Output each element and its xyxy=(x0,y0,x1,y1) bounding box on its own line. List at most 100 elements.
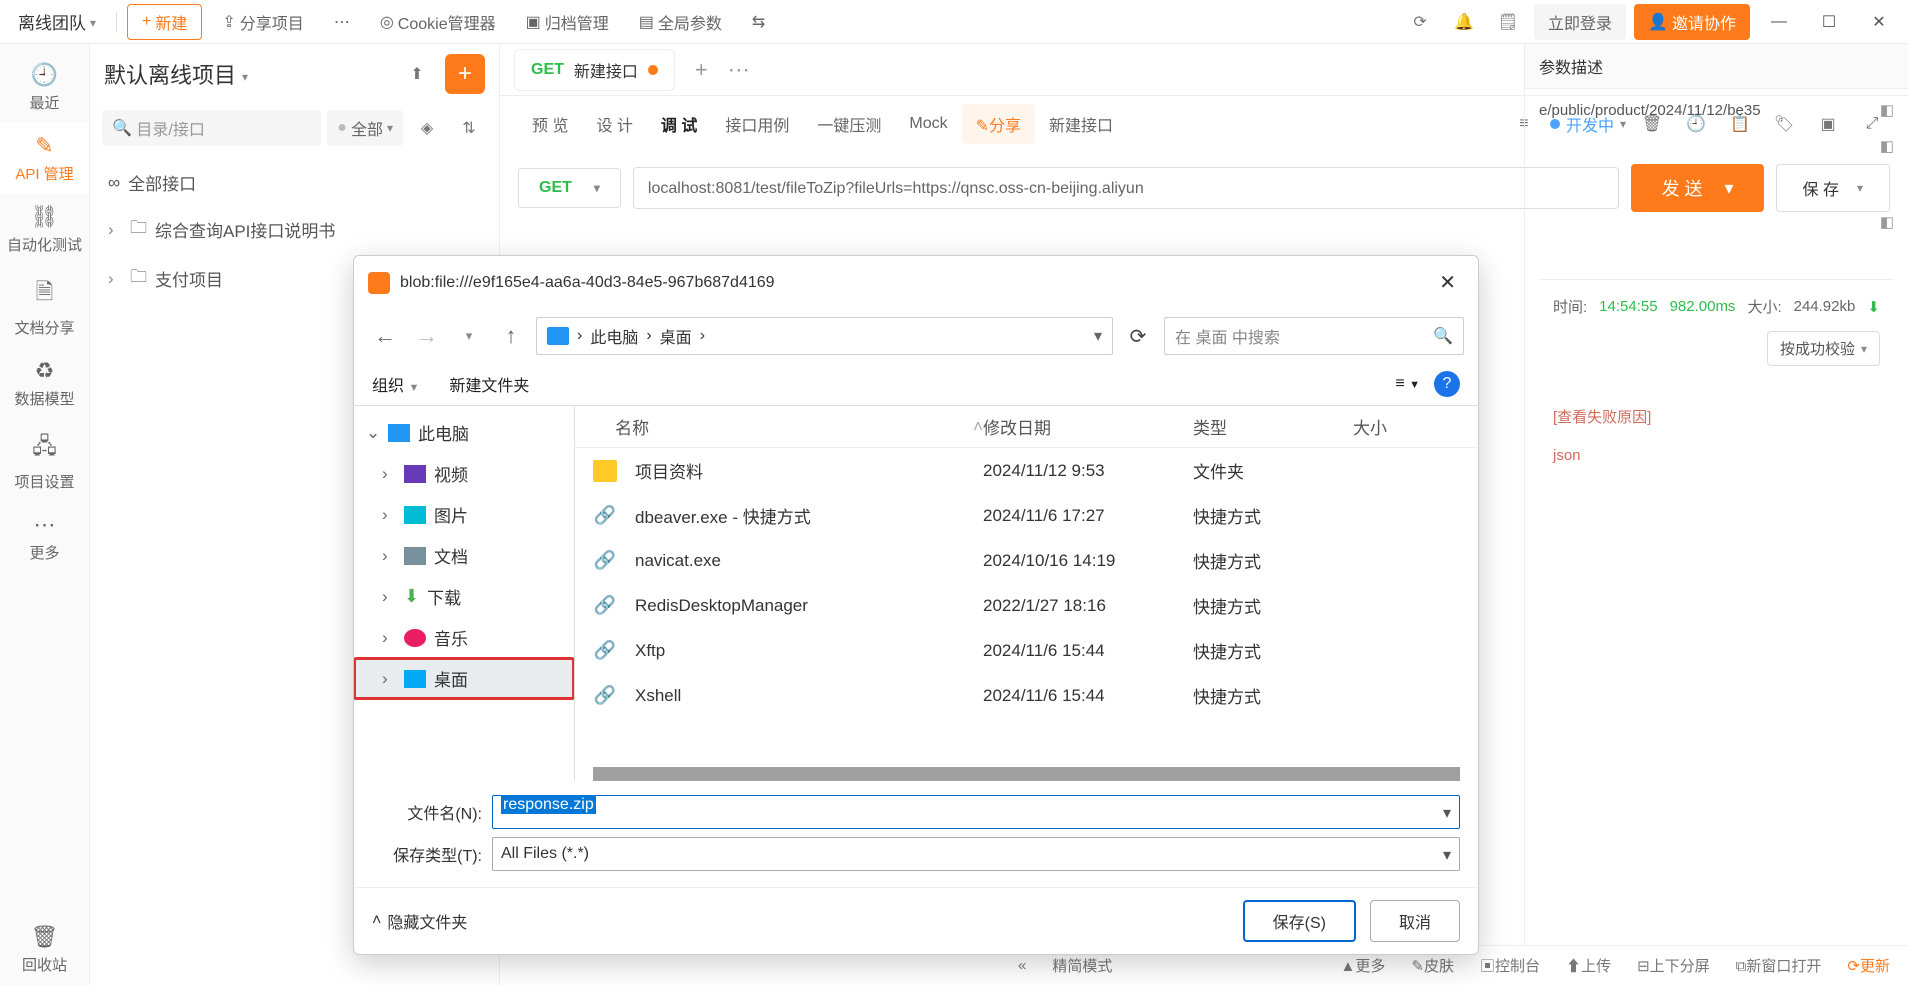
file-row[interactable]: 项目资料2024/11/12 9:53文件夹 xyxy=(575,448,1478,493)
address-bar[interactable]: › 此电脑 › 桌面 › ▾ xyxy=(536,317,1113,355)
footer-console[interactable]: ▣控制台 xyxy=(1480,955,1540,976)
tab-request[interactable]: GET 新建接口 xyxy=(514,49,675,91)
sidebar-item-docs[interactable]: ›文档 xyxy=(354,535,574,576)
nav-back-icon[interactable]: ← xyxy=(368,319,402,353)
sync-icon[interactable]: ⟳ xyxy=(1402,4,1438,40)
footer-split[interactable]: ⊟上下分屏 xyxy=(1637,955,1710,976)
nav-autotest[interactable]: ⛓自动化测试 xyxy=(0,194,89,265)
more-menu[interactable]: ⋯ xyxy=(324,7,360,37)
login-button[interactable]: 立即登录 xyxy=(1534,4,1626,40)
subtab-usecase[interactable]: 接口用例 xyxy=(711,104,803,144)
toggle-panel-button[interactable]: ⇆ xyxy=(742,7,775,37)
project-title-dropdown[interactable]: 默认离线项目 xyxy=(104,58,248,90)
filename-input[interactable]: response.zip ▾ xyxy=(492,795,1460,829)
organize-dropdown[interactable]: 组织 ▼ xyxy=(372,372,419,396)
nav-datamodel[interactable]: ♻数据模型 xyxy=(0,348,89,419)
add-api-button[interactable]: + xyxy=(445,54,485,94)
file-row[interactable]: 🔗RedisDesktopManager2022/1/27 18:16快捷方式 xyxy=(575,583,1478,628)
sidebar-item-music[interactable]: ›音乐 xyxy=(354,617,574,658)
new-tab-button[interactable]: + xyxy=(685,51,718,89)
sidebar-item-downloads[interactable]: ›⬇下载 xyxy=(354,576,574,617)
close-icon[interactable]: ✕ xyxy=(1431,266,1464,299)
tab-more-button[interactable]: ⋯ xyxy=(718,51,760,89)
url-input[interactable]: localhost:8081/test/fileToZip?fileUrls=h… xyxy=(633,167,1620,209)
nav-api[interactable]: ✎API 管理 xyxy=(0,123,89,194)
nav-recent-icon[interactable]: ▾ xyxy=(452,319,486,353)
response-ms: 982.00ms xyxy=(1670,298,1736,315)
file-row[interactable]: 🔗Xshell2024/11/6 15:44快捷方式 xyxy=(575,673,1478,718)
subtab-mock[interactable]: Mock xyxy=(895,107,961,141)
subtab-preview[interactable]: 预 览 xyxy=(518,104,582,144)
global-params-button[interactable]: ▤ 全局参数 xyxy=(629,5,732,39)
window-minimize-icon[interactable]: — xyxy=(1758,4,1800,40)
cube-icon[interactable]: ◧ xyxy=(1880,213,1894,231)
file-header[interactable]: 名称˄ 修改日期 类型 大小 xyxy=(575,406,1478,448)
response-size: 244.92kb xyxy=(1794,298,1856,315)
footer-compact[interactable]: 精简模式 xyxy=(1052,955,1112,976)
footer-skin[interactable]: ✎皮肤 xyxy=(1411,955,1454,976)
chevron-down-icon[interactable]: ▾ xyxy=(1443,803,1451,823)
import-icon[interactable]: ⬆ xyxy=(399,56,435,92)
subtab-debug[interactable]: 调 试 xyxy=(647,104,711,144)
sort-icon[interactable]: ⇅ xyxy=(451,110,487,146)
nav-up-icon[interactable]: ↑ xyxy=(494,319,528,353)
cube-icon[interactable]: ◧ xyxy=(1880,137,1894,155)
nav-more[interactable]: ⋯更多 xyxy=(0,502,89,573)
fail-reason[interactable]: [查看失败原因] xyxy=(1539,396,1894,437)
widget-icon[interactable]: ◈ xyxy=(409,110,445,146)
view-dropdown[interactable]: ≡ ▼ xyxy=(1395,375,1420,393)
app-icon: 🔗 xyxy=(593,595,617,617)
footer-upload[interactable]: ⬆上传 xyxy=(1566,955,1611,976)
bell-icon[interactable]: 🔔 xyxy=(1446,4,1482,40)
tree-search-input[interactable]: 🔍 目录/接口 xyxy=(102,110,321,146)
hide-folders-toggle[interactable]: ˄ 隐藏文件夹 xyxy=(372,909,467,933)
nav-project[interactable]: 🖧项目设置 xyxy=(0,419,89,502)
filter-all-dropdown[interactable]: ● 全部 xyxy=(327,110,403,146)
file-row[interactable]: 🔗Xftp2024/11/6 15:44快捷方式 xyxy=(575,628,1478,673)
team-dropdown[interactable]: 离线团队 xyxy=(8,9,106,34)
search-input[interactable]: 在 桌面 中搜索 🔍 xyxy=(1164,317,1464,355)
footer-more[interactable]: ▲更多 xyxy=(1341,955,1386,976)
cookie-manager-button[interactable]: ◎ Cookie管理器 xyxy=(370,5,506,39)
window-maximize-icon[interactable]: ☐ xyxy=(1808,4,1850,40)
savetype-select[interactable]: All Files (*.*) ▾ xyxy=(492,837,1460,871)
nav-docshare[interactable]: 🗎文档分享 xyxy=(0,265,89,348)
breadcrumb-sep: › xyxy=(646,327,651,345)
sidebar-item-desktop[interactable]: ›桌面 xyxy=(354,658,574,699)
tree-item[interactable]: › 🗀 综合查询API接口说明书 xyxy=(104,205,485,254)
share-project-button[interactable]: ⇪ 分享项目 xyxy=(212,5,313,39)
subtab-newapi[interactable]: 新建接口 xyxy=(1035,104,1127,144)
file-row[interactable]: 🔗dbeaver.exe - 快捷方式2024/11/6 17:27快捷方式 xyxy=(575,493,1478,538)
sidebar-item-pc[interactable]: ⌄此电脑 xyxy=(354,412,574,453)
subtab-share[interactable]: ✎分享 xyxy=(962,104,1035,144)
nav-forward-icon[interactable]: → xyxy=(410,319,444,353)
tree-all-apis[interactable]: ∞ 全部接口 xyxy=(104,160,485,205)
file-row[interactable]: 🔗navicat.exe2024/10/16 14:19快捷方式 xyxy=(575,538,1478,583)
validate-success-dropdown[interactable]: 按成功校验 xyxy=(1767,331,1880,366)
cube-icon[interactable]: ◧ xyxy=(1880,101,1894,119)
download-icon[interactable]: ⬇ xyxy=(1867,298,1880,316)
refresh-icon[interactable]: ⟳ xyxy=(1120,318,1156,354)
chevron-down-icon[interactable]: ▾ xyxy=(1094,326,1102,346)
footer-update[interactable]: ⟳更新 xyxy=(1847,955,1890,976)
archive-button[interactable]: ▣ 归档管理 xyxy=(516,5,619,39)
dialog-save-button[interactable]: 保存(S) xyxy=(1243,900,1356,942)
file-type: 快捷方式 xyxy=(1193,638,1353,663)
help-icon[interactable]: ? xyxy=(1434,371,1460,397)
nav-recent[interactable]: 🕘最近 xyxy=(0,52,89,123)
footer-newwin[interactable]: ⧉新窗口打开 xyxy=(1736,955,1822,976)
window-close-icon[interactable]: ✕ xyxy=(1858,4,1900,40)
sidebar-item-video[interactable]: ›视频 xyxy=(354,453,574,494)
nav-trash[interactable]: 🗑回收站 xyxy=(0,914,89,985)
subtab-stress[interactable]: 一键压测 xyxy=(803,104,895,144)
new-folder-button[interactable]: 新建文件夹 xyxy=(449,372,529,396)
collapse-icon[interactable]: « xyxy=(1018,957,1026,974)
horizontal-scrollbar[interactable] xyxy=(593,767,1460,781)
invite-button[interactable]: 👤 邀请协作 xyxy=(1634,4,1750,40)
http-method-dropdown[interactable]: GET xyxy=(518,168,621,208)
note-icon[interactable]: 🗒 xyxy=(1490,4,1526,40)
subtab-design[interactable]: 设 计 xyxy=(582,104,646,144)
dialog-cancel-button[interactable]: 取消 xyxy=(1370,900,1460,942)
new-button[interactable]: + 新建 xyxy=(127,4,202,40)
sidebar-item-images[interactable]: ›图片 xyxy=(354,494,574,535)
